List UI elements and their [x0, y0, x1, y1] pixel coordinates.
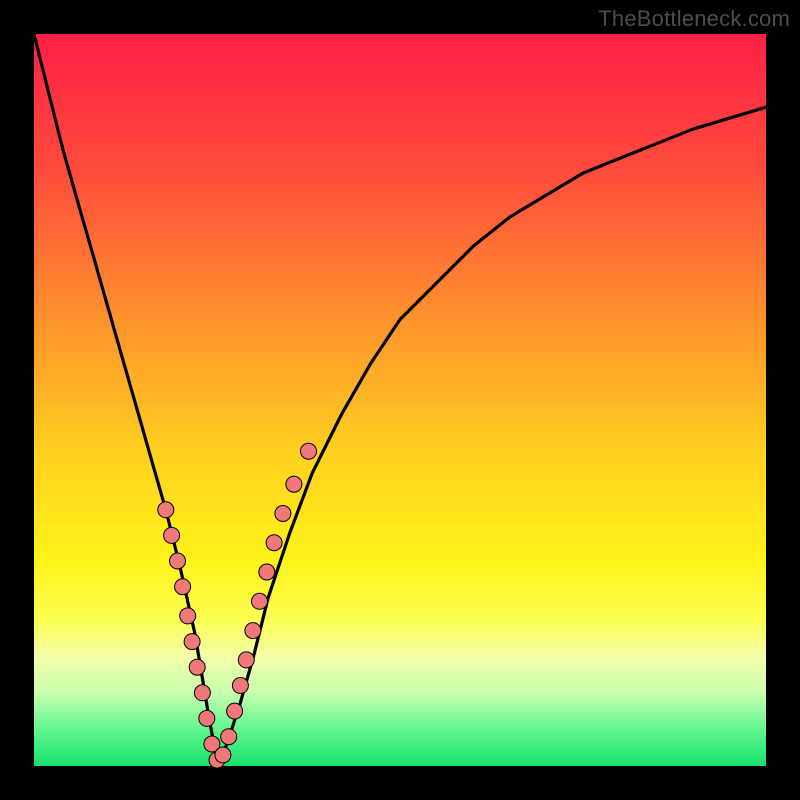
- watermark-text: TheBottleneck.com: [598, 6, 790, 32]
- data-marker: [180, 608, 196, 624]
- data-marker: [245, 623, 261, 639]
- data-marker: [170, 553, 186, 569]
- data-marker: [189, 659, 205, 675]
- data-marker: [238, 652, 254, 668]
- data-marker: [301, 443, 317, 459]
- data-marker: [221, 729, 237, 745]
- data-marker: [175, 579, 191, 595]
- data-marker: [227, 703, 243, 719]
- data-marker: [158, 502, 174, 518]
- data-marker: [184, 634, 200, 650]
- data-marker: [164, 527, 180, 543]
- data-marker: [275, 506, 291, 522]
- data-marker: [194, 685, 210, 701]
- data-marker: [232, 678, 248, 694]
- plot-area: [34, 34, 766, 766]
- bottleneck-curve: [34, 34, 766, 759]
- data-marker: [215, 747, 231, 763]
- chart-frame: TheBottleneck.com: [0, 0, 800, 800]
- data-marker: [252, 593, 268, 609]
- data-marker: [199, 710, 215, 726]
- data-marker: [259, 564, 275, 580]
- data-marker: [286, 476, 302, 492]
- data-marker: [266, 535, 282, 551]
- chart-svg: [34, 34, 766, 766]
